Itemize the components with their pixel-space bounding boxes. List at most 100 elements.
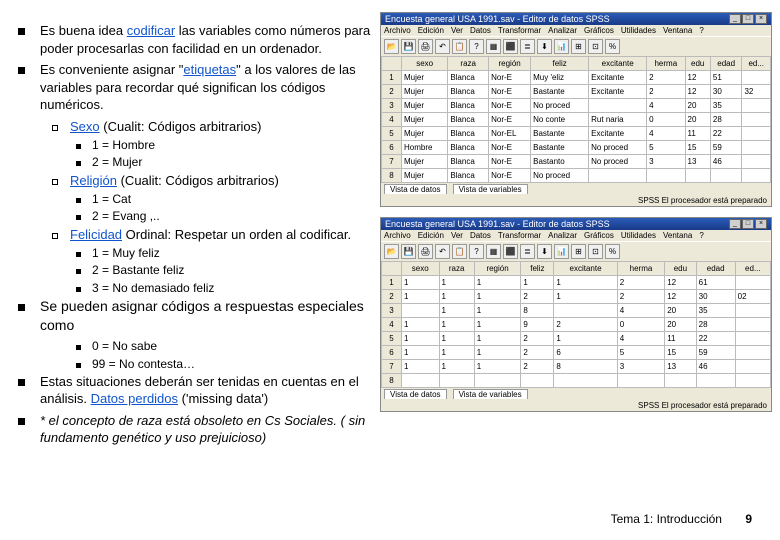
row-header[interactable]: 1 bbox=[382, 71, 402, 85]
menu-item[interactable]: Edición bbox=[418, 231, 444, 240]
toolbar-button[interactable]: 📊 bbox=[554, 39, 569, 54]
cell[interactable]: Nor-E bbox=[489, 169, 531, 183]
toolbar-button[interactable]: ▦ bbox=[486, 39, 501, 54]
table-row[interactable]: 4MujerBlancaNor-ENo conteRut naria02028 bbox=[382, 113, 771, 127]
cell[interactable]: Blanca bbox=[448, 113, 489, 127]
cell[interactable]: Mujer bbox=[402, 155, 448, 169]
column-header[interactable]: región bbox=[474, 262, 521, 276]
data-grid[interactable]: sexorazaregiónfelizexcitantehermaeduedad… bbox=[381, 261, 771, 388]
cell[interactable] bbox=[474, 374, 521, 388]
row-header[interactable]: 6 bbox=[382, 346, 402, 360]
cell[interactable]: 1 bbox=[402, 346, 440, 360]
toolbar-button[interactable]: 💾 bbox=[401, 244, 416, 259]
cell[interactable]: Excitante bbox=[589, 85, 647, 99]
cell[interactable]: Blanca bbox=[448, 169, 489, 183]
cell[interactable]: 1 bbox=[474, 332, 521, 346]
cell[interactable]: 1 bbox=[402, 360, 440, 374]
row-header[interactable]: 4 bbox=[382, 113, 402, 127]
cell[interactable]: Excitante bbox=[589, 127, 647, 141]
cell[interactable]: 1 bbox=[439, 318, 474, 332]
table-row[interactable]: 71112831346 bbox=[382, 360, 771, 374]
column-header[interactable]: sexo bbox=[402, 262, 440, 276]
cell[interactable] bbox=[589, 99, 647, 113]
toolbar-button[interactable]: ↶ bbox=[435, 39, 450, 54]
cell[interactable]: 1 bbox=[474, 290, 521, 304]
column-header[interactable]: excitante bbox=[554, 262, 617, 276]
cell[interactable]: 12 bbox=[685, 85, 710, 99]
cell[interactable]: 1 bbox=[554, 276, 617, 290]
toolbar-button[interactable]: ⊞ bbox=[571, 39, 586, 54]
toolbar-button[interactable]: 🖨 bbox=[418, 39, 433, 54]
cell[interactable]: Mujer bbox=[402, 127, 448, 141]
cell[interactable]: 0 bbox=[617, 318, 664, 332]
cell[interactable]: 20 bbox=[665, 318, 696, 332]
toolbar-button[interactable]: ⬛ bbox=[503, 244, 518, 259]
toolbar-button[interactable]: ↶ bbox=[435, 244, 450, 259]
cell[interactable]: 28 bbox=[710, 113, 742, 127]
column-header[interactable]: herma bbox=[647, 57, 685, 71]
toolbar-button[interactable]: % bbox=[605, 39, 620, 54]
row-header[interactable]: 8 bbox=[382, 374, 402, 388]
cell[interactable]: 1 bbox=[554, 290, 617, 304]
cell[interactable] bbox=[735, 332, 770, 346]
toolbar-button[interactable]: ⬇ bbox=[537, 244, 552, 259]
cell[interactable]: 46 bbox=[696, 360, 735, 374]
row-header[interactable]: 3 bbox=[382, 304, 402, 318]
link-datos-perdidos[interactable]: Datos perdidos bbox=[91, 391, 178, 406]
cell[interactable] bbox=[402, 374, 440, 388]
cell[interactable] bbox=[685, 169, 710, 183]
cell[interactable]: 3 bbox=[617, 360, 664, 374]
row-header[interactable]: 6 bbox=[382, 141, 402, 155]
cell[interactable] bbox=[742, 169, 771, 183]
cell[interactable]: 12 bbox=[685, 71, 710, 85]
menu-item[interactable]: Gráficos bbox=[584, 26, 614, 35]
cell[interactable]: Bastante bbox=[531, 127, 589, 141]
table-row[interactable]: 5MujerBlancaNor-ELBastanteExcitante41122 bbox=[382, 127, 771, 141]
row-header[interactable]: 4 bbox=[382, 318, 402, 332]
minimize-button[interactable]: _ bbox=[729, 219, 741, 229]
cell[interactable]: 28 bbox=[696, 318, 735, 332]
cell[interactable]: 20 bbox=[685, 113, 710, 127]
menu-item[interactable]: Datos bbox=[470, 26, 491, 35]
table-row[interactable]: 2111212123002 bbox=[382, 290, 771, 304]
row-header[interactable]: 2 bbox=[382, 85, 402, 99]
cell[interactable]: Blanca bbox=[448, 127, 489, 141]
cell[interactable]: 13 bbox=[665, 360, 696, 374]
table-row[interactable]: 7MujerBlancaNor-EBastantoNo proced31346 bbox=[382, 155, 771, 169]
cell[interactable]: 12 bbox=[665, 276, 696, 290]
cell[interactable]: 1 bbox=[474, 318, 521, 332]
maximize-button[interactable]: □ bbox=[742, 219, 754, 229]
cell[interactable]: 1 bbox=[474, 304, 521, 318]
menu-item[interactable]: Ver bbox=[451, 26, 463, 35]
cell[interactable]: No proced bbox=[589, 155, 647, 169]
cell[interactable]: Nor-EL bbox=[489, 127, 531, 141]
cell[interactable]: No proced bbox=[531, 169, 589, 183]
column-header[interactable]: raza bbox=[448, 57, 489, 71]
cell[interactable]: 4 bbox=[647, 99, 685, 113]
table-row[interactable]: 8 bbox=[382, 374, 771, 388]
menu-item[interactable]: Utilidades bbox=[621, 26, 656, 35]
cell[interactable]: 12 bbox=[665, 290, 696, 304]
cell[interactable]: 5 bbox=[647, 141, 685, 155]
table-row[interactable]: 41119202028 bbox=[382, 318, 771, 332]
cell[interactable]: 1 bbox=[402, 290, 440, 304]
cell[interactable]: 1 bbox=[439, 290, 474, 304]
menu-item[interactable]: Analizar bbox=[548, 231, 577, 240]
cell[interactable] bbox=[735, 304, 770, 318]
cell[interactable] bbox=[742, 127, 771, 141]
cell[interactable]: Nor-E bbox=[489, 71, 531, 85]
cell[interactable]: Blanca bbox=[448, 85, 489, 99]
cell[interactable] bbox=[735, 276, 770, 290]
link-codificar[interactable]: codificar bbox=[127, 23, 175, 38]
cell[interactable]: 2 bbox=[521, 332, 554, 346]
cell[interactable]: Blanca bbox=[448, 155, 489, 169]
cell[interactable]: 6 bbox=[554, 346, 617, 360]
cell[interactable]: 1 bbox=[554, 332, 617, 346]
cell[interactable]: 15 bbox=[665, 346, 696, 360]
cell[interactable]: 30 bbox=[710, 85, 742, 99]
cell[interactable]: Blanca bbox=[448, 99, 489, 113]
menu-item[interactable]: Analizar bbox=[548, 26, 577, 35]
cell[interactable]: 20 bbox=[665, 304, 696, 318]
column-header[interactable]: raza bbox=[439, 262, 474, 276]
cell[interactable]: 9 bbox=[521, 318, 554, 332]
